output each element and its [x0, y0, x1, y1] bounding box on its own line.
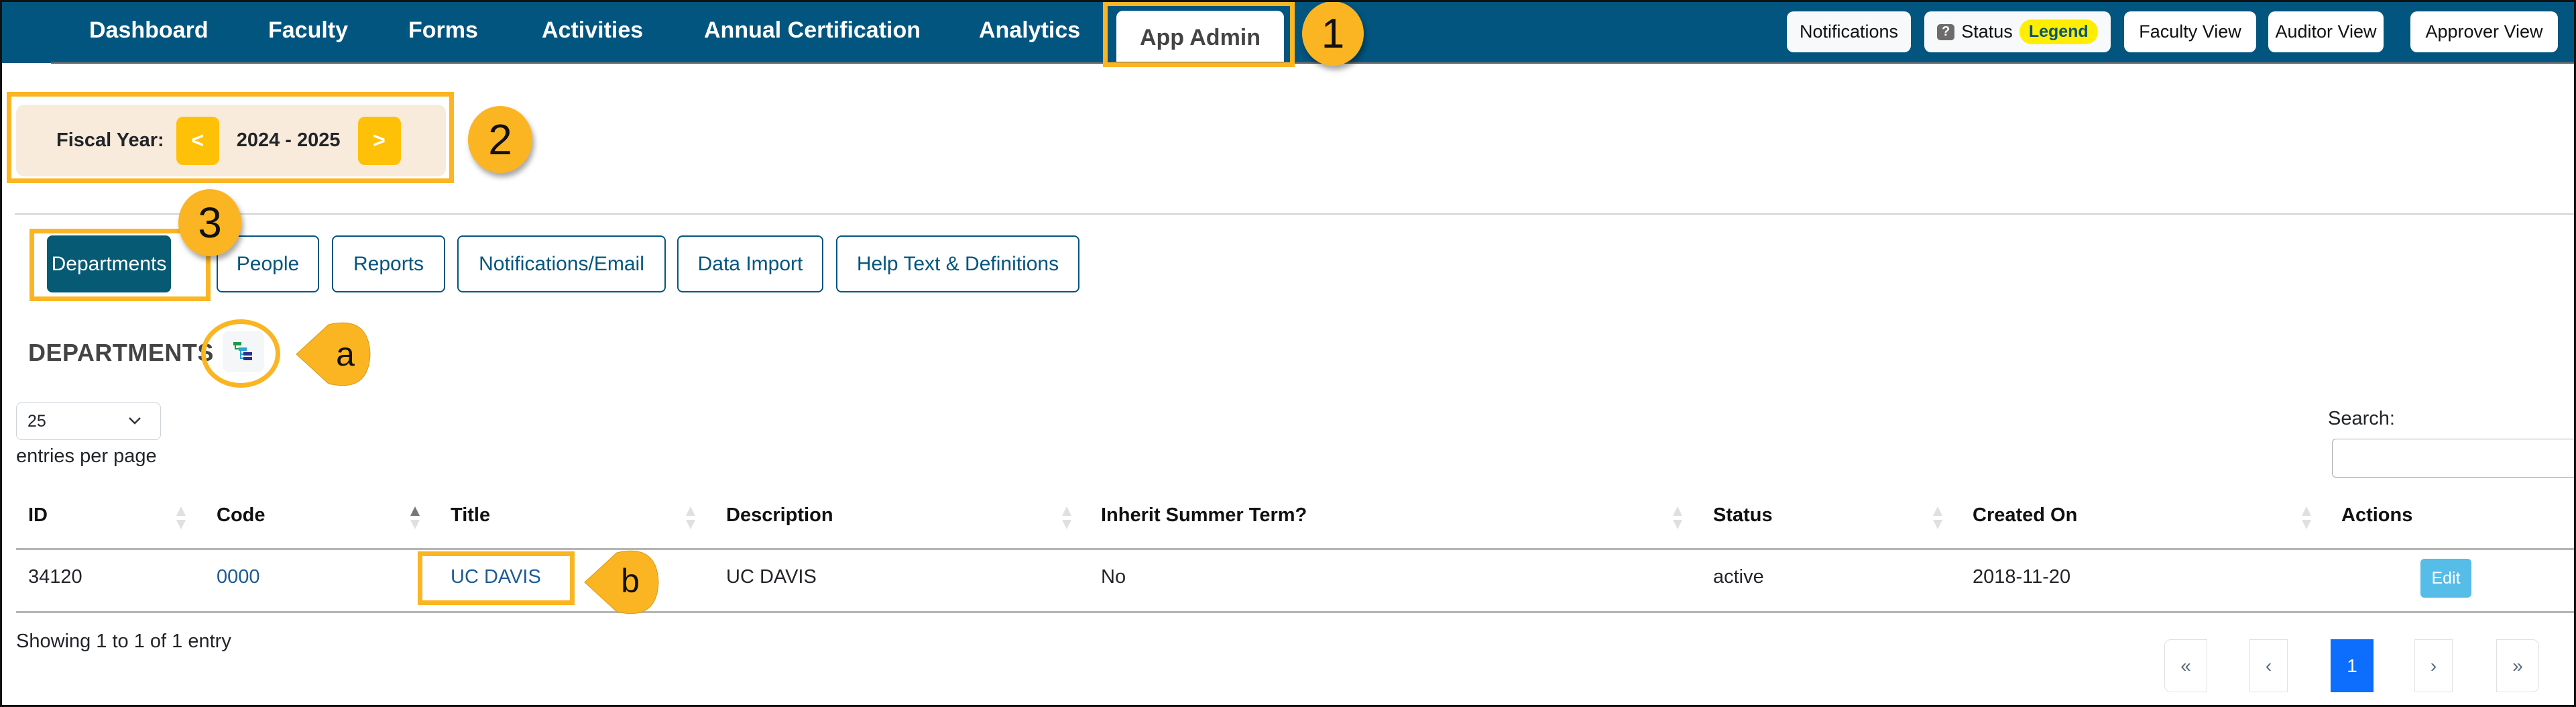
pagination-first[interactable]: « — [2164, 639, 2207, 692]
page-size-select[interactable]: 25 — [16, 402, 161, 440]
nav-app-admin[interactable]: App Admin — [1116, 11, 1284, 64]
nav-faculty[interactable]: Faculty — [268, 17, 348, 44]
tab-reports[interactable]: Reports — [332, 235, 445, 292]
column-header-actions: Actions — [2341, 504, 2413, 526]
nav-activities[interactable]: Activities — [542, 17, 643, 44]
annotation-label-a: a — [336, 335, 355, 373]
column-header-inherit-summer-term[interactable]: Inherit Summer Term? — [1101, 504, 1307, 527]
cell-created-on: 2018-11-20 — [1973, 566, 2071, 588]
fiscal-year-next-button[interactable]: > — [357, 116, 401, 165]
pagination-last[interactable]: » — [2496, 639, 2539, 692]
table-header-border — [16, 548, 2576, 550]
notifications-button[interactable]: Notifications — [1787, 11, 1911, 52]
cell-description: UC DAVIS — [726, 566, 817, 588]
sort-icon-id[interactable] — [176, 506, 186, 529]
help-question-icon: ? — [1937, 23, 1955, 40]
sort-icon-status[interactable] — [1933, 506, 1942, 529]
tab-departments[interactable]: Departments — [47, 235, 171, 292]
tab-notifications-email[interactable]: Notifications/Email — [457, 235, 666, 292]
column-header-status[interactable]: Status — [1713, 504, 1773, 527]
approver-view-label: Approver View — [2425, 21, 2543, 42]
pagination-next[interactable]: › — [2414, 639, 2453, 692]
cell-code-link[interactable]: 0000 — [217, 566, 260, 588]
edit-button[interactable]: Edit — [2420, 559, 2471, 598]
search-label: Search: — [2328, 408, 2395, 429]
tab-data-import[interactable]: Data Import — [677, 235, 823, 292]
sort-icon-created-on[interactable] — [2302, 506, 2311, 529]
cell-title-link[interactable]: UC DAVIS — [451, 566, 541, 588]
column-header-code[interactable]: Code — [217, 504, 266, 527]
annotation-label-b: b — [621, 562, 640, 600]
search-input[interactable] — [2332, 439, 2576, 478]
nav-forms[interactable]: Forms — [408, 17, 478, 44]
cell-inherit-summer-term: No — [1101, 566, 1126, 588]
pagination-page-1[interactable]: 1 — [2331, 639, 2374, 692]
legend-pill: Legend — [2019, 19, 2098, 44]
sort-icon-title[interactable] — [686, 506, 695, 529]
cell-id: 34120 — [28, 566, 82, 588]
departments-heading: DEPARTMENTS — [28, 339, 214, 366]
chevron-down-icon — [129, 417, 141, 425]
showing-entries-info: Showing 1 to 1 of 1 entry — [16, 631, 231, 652]
status-legend-button[interactable]: ? Status Legend — [1924, 11, 2111, 52]
faculty-view-label: Faculty View — [2139, 21, 2241, 42]
page-size-value: 25 — [27, 411, 46, 431]
column-header-title[interactable]: Title — [451, 504, 490, 527]
nav-dashboard[interactable]: Dashboard — [89, 17, 209, 44]
notifications-label: Notifications — [1799, 21, 1899, 42]
column-header-id[interactable]: ID — [28, 504, 48, 527]
annotation-badge-3: 3 — [178, 189, 241, 256]
section-divider — [15, 213, 2576, 215]
table-row-border — [16, 611, 2576, 613]
hierarchy-view-button[interactable] — [223, 331, 264, 372]
faculty-view-button[interactable]: Faculty View — [2124, 11, 2256, 52]
status-label: Status — [1961, 21, 2013, 42]
column-header-created-on[interactable]: Created On — [1973, 504, 2077, 527]
nav-analytics[interactable]: Analytics — [979, 17, 1080, 44]
sort-icon-code-ascending[interactable] — [410, 506, 420, 529]
fiscal-year-value: 2024 - 2025 — [236, 129, 341, 151]
tab-help-text-definitions[interactable]: Help Text & Definitions — [836, 235, 1079, 292]
hierarchy-tree-icon — [233, 342, 252, 360]
auditor-view-button[interactable]: Auditor View — [2268, 11, 2384, 52]
sort-icon-inherit-summer-term[interactable] — [1673, 506, 1682, 529]
cell-status: active — [1713, 566, 1764, 588]
fiscal-year-prev-button[interactable]: < — [176, 116, 219, 165]
annotation-badge-2: 2 — [468, 106, 532, 173]
top-navbar: Dashboard Faculty Forms Activities Annua… — [0, 0, 2576, 64]
approver-view-button[interactable]: Approver View — [2410, 11, 2558, 52]
column-header-description[interactable]: Description — [726, 504, 833, 527]
nav-annual-certification[interactable]: Annual Certification — [704, 17, 921, 44]
fiscal-year-selector: Fiscal Year: < 2024 - 2025 > — [16, 105, 446, 176]
annotation-badge-1: 1 — [1302, 1, 1364, 66]
nav-bottom-border — [51, 62, 2576, 64]
auditor-view-label: Auditor View — [2275, 21, 2377, 42]
sort-icon-description[interactable] — [1062, 506, 1071, 529]
entries-per-page-label: entries per page — [16, 445, 157, 467]
fiscal-year-label: Fiscal Year: — [56, 129, 164, 151]
pagination-prev[interactable]: ‹ — [2249, 639, 2288, 692]
